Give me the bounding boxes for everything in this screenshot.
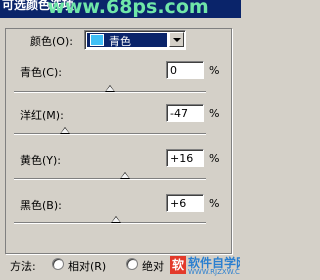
cyan-percent: % bbox=[209, 64, 220, 77]
magenta-value-field[interactable]: -47 bbox=[166, 104, 204, 122]
cyan-swatch-icon bbox=[90, 34, 104, 46]
absolute-label[interactable]: 绝对 bbox=[142, 258, 164, 274]
yellow-slider-thumb[interactable] bbox=[120, 172, 131, 179]
chevron-down-icon[interactable] bbox=[169, 32, 184, 47]
magenta-percent: % bbox=[209, 107, 220, 120]
title-bar: 可选颜色选项 www.68ps.com bbox=[0, 0, 241, 18]
cyan-slider-thumb[interactable] bbox=[105, 85, 115, 92]
black-slider-thumb[interactable] bbox=[110, 216, 121, 223]
yellow-percent: % bbox=[209, 152, 220, 165]
method-label: 方法: bbox=[10, 260, 36, 273]
relative-radio[interactable] bbox=[52, 258, 64, 270]
black-value-field[interactable]: +6 bbox=[166, 194, 204, 212]
colors-label: 颜色(O): bbox=[30, 35, 73, 48]
yellow-value-field[interactable]: +16 bbox=[166, 149, 204, 167]
colors-dropdown[interactable]: 青色 bbox=[84, 30, 186, 50]
black-label: 黑色(B): bbox=[20, 199, 62, 212]
absolute-radio[interactable] bbox=[126, 258, 138, 270]
yellow-label: 黄色(Y): bbox=[20, 154, 62, 167]
site-logo: 软 软件自学网 WWW.RJZXW.COM bbox=[170, 254, 240, 280]
black-percent: % bbox=[209, 197, 220, 210]
logo-url: WWW.RJZXW.COM bbox=[188, 268, 240, 276]
watermark-text: www.68ps.com bbox=[47, 0, 209, 18]
cyan-value-field[interactable]: 0 bbox=[166, 61, 204, 79]
magenta-slider-thumb[interactable] bbox=[59, 127, 70, 134]
magenta-slider-track[interactable] bbox=[14, 133, 206, 135]
yellow-slider-track[interactable] bbox=[14, 178, 206, 180]
dropdown-selection: 青色 bbox=[87, 33, 167, 48]
logo-mark: 软 bbox=[170, 256, 186, 274]
cyan-label: 青色(C): bbox=[20, 66, 62, 79]
dropdown-value: 青色 bbox=[109, 35, 131, 48]
magenta-label: 洋红(M): bbox=[20, 109, 64, 122]
relative-label[interactable]: 相对(R) bbox=[68, 258, 106, 274]
